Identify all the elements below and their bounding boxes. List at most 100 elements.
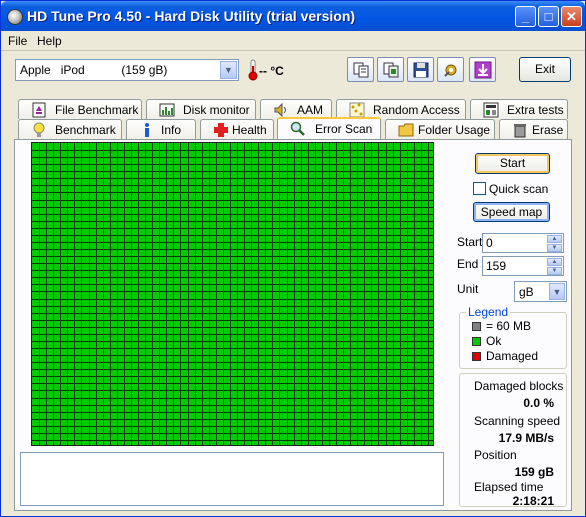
- elapsed-time-label: Elapsed time: [474, 480, 544, 494]
- start-scan-button[interactable]: Start: [475, 153, 550, 174]
- tab-file-benchmark[interactable]: File Benchmark: [18, 99, 142, 119]
- end-label: End: [457, 257, 479, 271]
- floppy-disk-icon: [413, 62, 429, 78]
- options-button[interactable]: [437, 57, 464, 82]
- tab-label: Info: [161, 123, 182, 137]
- tab-label: AAM: [297, 103, 324, 117]
- lightbulb-icon: [33, 122, 45, 137]
- menu-help[interactable]: Help: [37, 34, 62, 48]
- legend-damaged: Damaged: [486, 349, 539, 363]
- app-disk-icon: [7, 9, 23, 25]
- scanning-speed-label: Scanning speed: [474, 414, 561, 428]
- tab-random-access[interactable]: Random Access: [336, 99, 466, 119]
- tab-aam[interactable]: AAM: [260, 99, 332, 119]
- scan-block-map: [31, 142, 434, 446]
- start-value: 0: [486, 236, 493, 250]
- damaged-blocks-label: Damaged blocks: [474, 379, 564, 393]
- speaker-icon: [274, 102, 286, 118]
- scan-grid-background: [32, 143, 433, 445]
- tab-label: Extra tests: [507, 103, 564, 117]
- tab-label: Health: [232, 123, 267, 137]
- legend-swatch-block: [472, 322, 481, 331]
- legend-swatch-ok: [472, 337, 481, 346]
- title-bar[interactable]: HD Tune Pro 4.50 - Hard Disk Utility (tr…: [1, 1, 585, 31]
- spin-down-icon[interactable]: ▼: [547, 267, 562, 275]
- folder-icon: [398, 123, 414, 137]
- toolbar: Apple iPod (159 gB) ▼ -- °C Exit: [1, 52, 585, 92]
- tab-folder-usage[interactable]: Folder Usage: [385, 119, 495, 139]
- legend-ok: Ok: [486, 334, 502, 348]
- tab-health[interactable]: Health: [200, 119, 274, 139]
- copy-screenshot-icon: [383, 62, 399, 78]
- window-title: HD Tune Pro 4.50 - Hard Disk Utility (tr…: [27, 8, 356, 24]
- error-scan-panel: Start Quick scan Speed map Start 0 ▲ ▼ E…: [14, 139, 572, 511]
- spin-up-icon[interactable]: ▲: [547, 258, 562, 266]
- quick-scan-label: Quick scan: [489, 182, 549, 196]
- legend: Legend = 60 MB Ok Damaged: [459, 305, 567, 369]
- chevron-down-icon[interactable]: ▼: [220, 61, 237, 79]
- temperature-readout: -- °C: [259, 64, 284, 78]
- maximize-button[interactable]: □: [538, 6, 559, 27]
- spin-up-icon[interactable]: ▲: [547, 235, 562, 243]
- tab-label: Benchmark: [55, 123, 116, 137]
- unit-select[interactable]: gB ▼: [514, 281, 567, 302]
- minimize-button[interactable]: _: [515, 6, 536, 27]
- close-button[interactable]: ✕: [561, 6, 582, 27]
- legend-title: Legend: [466, 305, 511, 319]
- thermometer-icon: [248, 59, 258, 81]
- unit-label: Unit: [457, 282, 479, 296]
- copy-screenshot-button[interactable]: [377, 57, 404, 82]
- disk-monitor-icon: [159, 103, 175, 117]
- tab-info[interactable]: Info: [126, 119, 196, 139]
- legend-swatch-damaged: [472, 352, 481, 361]
- scanning-speed-value: 17.9 MB/s: [498, 431, 554, 445]
- drive-select-value: Apple iPod (159 gB): [20, 63, 168, 77]
- start-spinbox[interactable]: 0 ▲ ▼: [482, 233, 564, 253]
- wrench-gear-icon: [444, 64, 457, 77]
- copy-info-button[interactable]: [347, 57, 374, 82]
- tab-label: Disk monitor: [183, 103, 250, 117]
- position-value: 159 gB: [514, 465, 554, 479]
- unit-value: gB: [519, 285, 534, 299]
- quick-scan-checkbox[interactable]: [473, 182, 486, 195]
- download-arrow-icon: [474, 61, 492, 79]
- end-spinbox[interactable]: 159 ▲ ▼: [482, 256, 564, 276]
- tab-label: Erase: [532, 123, 564, 137]
- position-label: Position: [474, 448, 517, 462]
- speed-map-button[interactable]: Speed map: [473, 202, 550, 222]
- elapsed-time-value: 2:18:21: [512, 494, 554, 508]
- tab-label: Random Access: [373, 103, 460, 117]
- tab-erase[interactable]: Erase: [499, 119, 568, 139]
- tab-label: Error Scan: [315, 122, 373, 136]
- tab-extra-tests[interactable]: Extra tests: [470, 99, 568, 119]
- exit-button[interactable]: Exit: [519, 57, 571, 82]
- menu-bar: File Help: [1, 31, 585, 51]
- tab-label: File Benchmark: [55, 103, 139, 117]
- tab-label: Folder Usage: [418, 123, 491, 137]
- scan-log-area[interactable]: [20, 452, 444, 506]
- tab-benchmark[interactable]: Benchmark: [18, 119, 122, 139]
- save-button[interactable]: [407, 57, 434, 82]
- file-benchmark-icon: [32, 102, 46, 118]
- random-access-icon: [349, 102, 365, 118]
- menu-file[interactable]: File: [8, 34, 27, 48]
- spin-down-icon[interactable]: ▼: [547, 244, 562, 252]
- chevron-down-icon[interactable]: ▼: [549, 283, 565, 300]
- drive-select[interactable]: Apple iPod (159 gB) ▼: [15, 59, 239, 81]
- legend-block-size: = 60 MB: [486, 319, 532, 333]
- scan-stats: Damaged blocks 0.0 % Scanning speed 17.9…: [459, 373, 567, 508]
- app-window: HD Tune Pro 4.50 - Hard Disk Utility (tr…: [0, 0, 586, 517]
- end-value: 159: [486, 259, 507, 273]
- download-update-button[interactable]: [469, 57, 496, 82]
- magnifier-icon: [290, 121, 305, 136]
- scan-grid: [32, 143, 433, 445]
- extra-tests-icon: [483, 102, 499, 118]
- trash-icon: [514, 124, 526, 138]
- health-cross-icon: [214, 123, 228, 137]
- tab-error-scan[interactable]: Error Scan: [277, 117, 381, 139]
- info-icon: [145, 123, 149, 137]
- copy-icon: [353, 62, 369, 78]
- start-label: Start: [457, 235, 483, 249]
- damaged-blocks-value: 0.0 %: [523, 396, 554, 410]
- tab-disk-monitor[interactable]: Disk monitor: [146, 99, 256, 119]
